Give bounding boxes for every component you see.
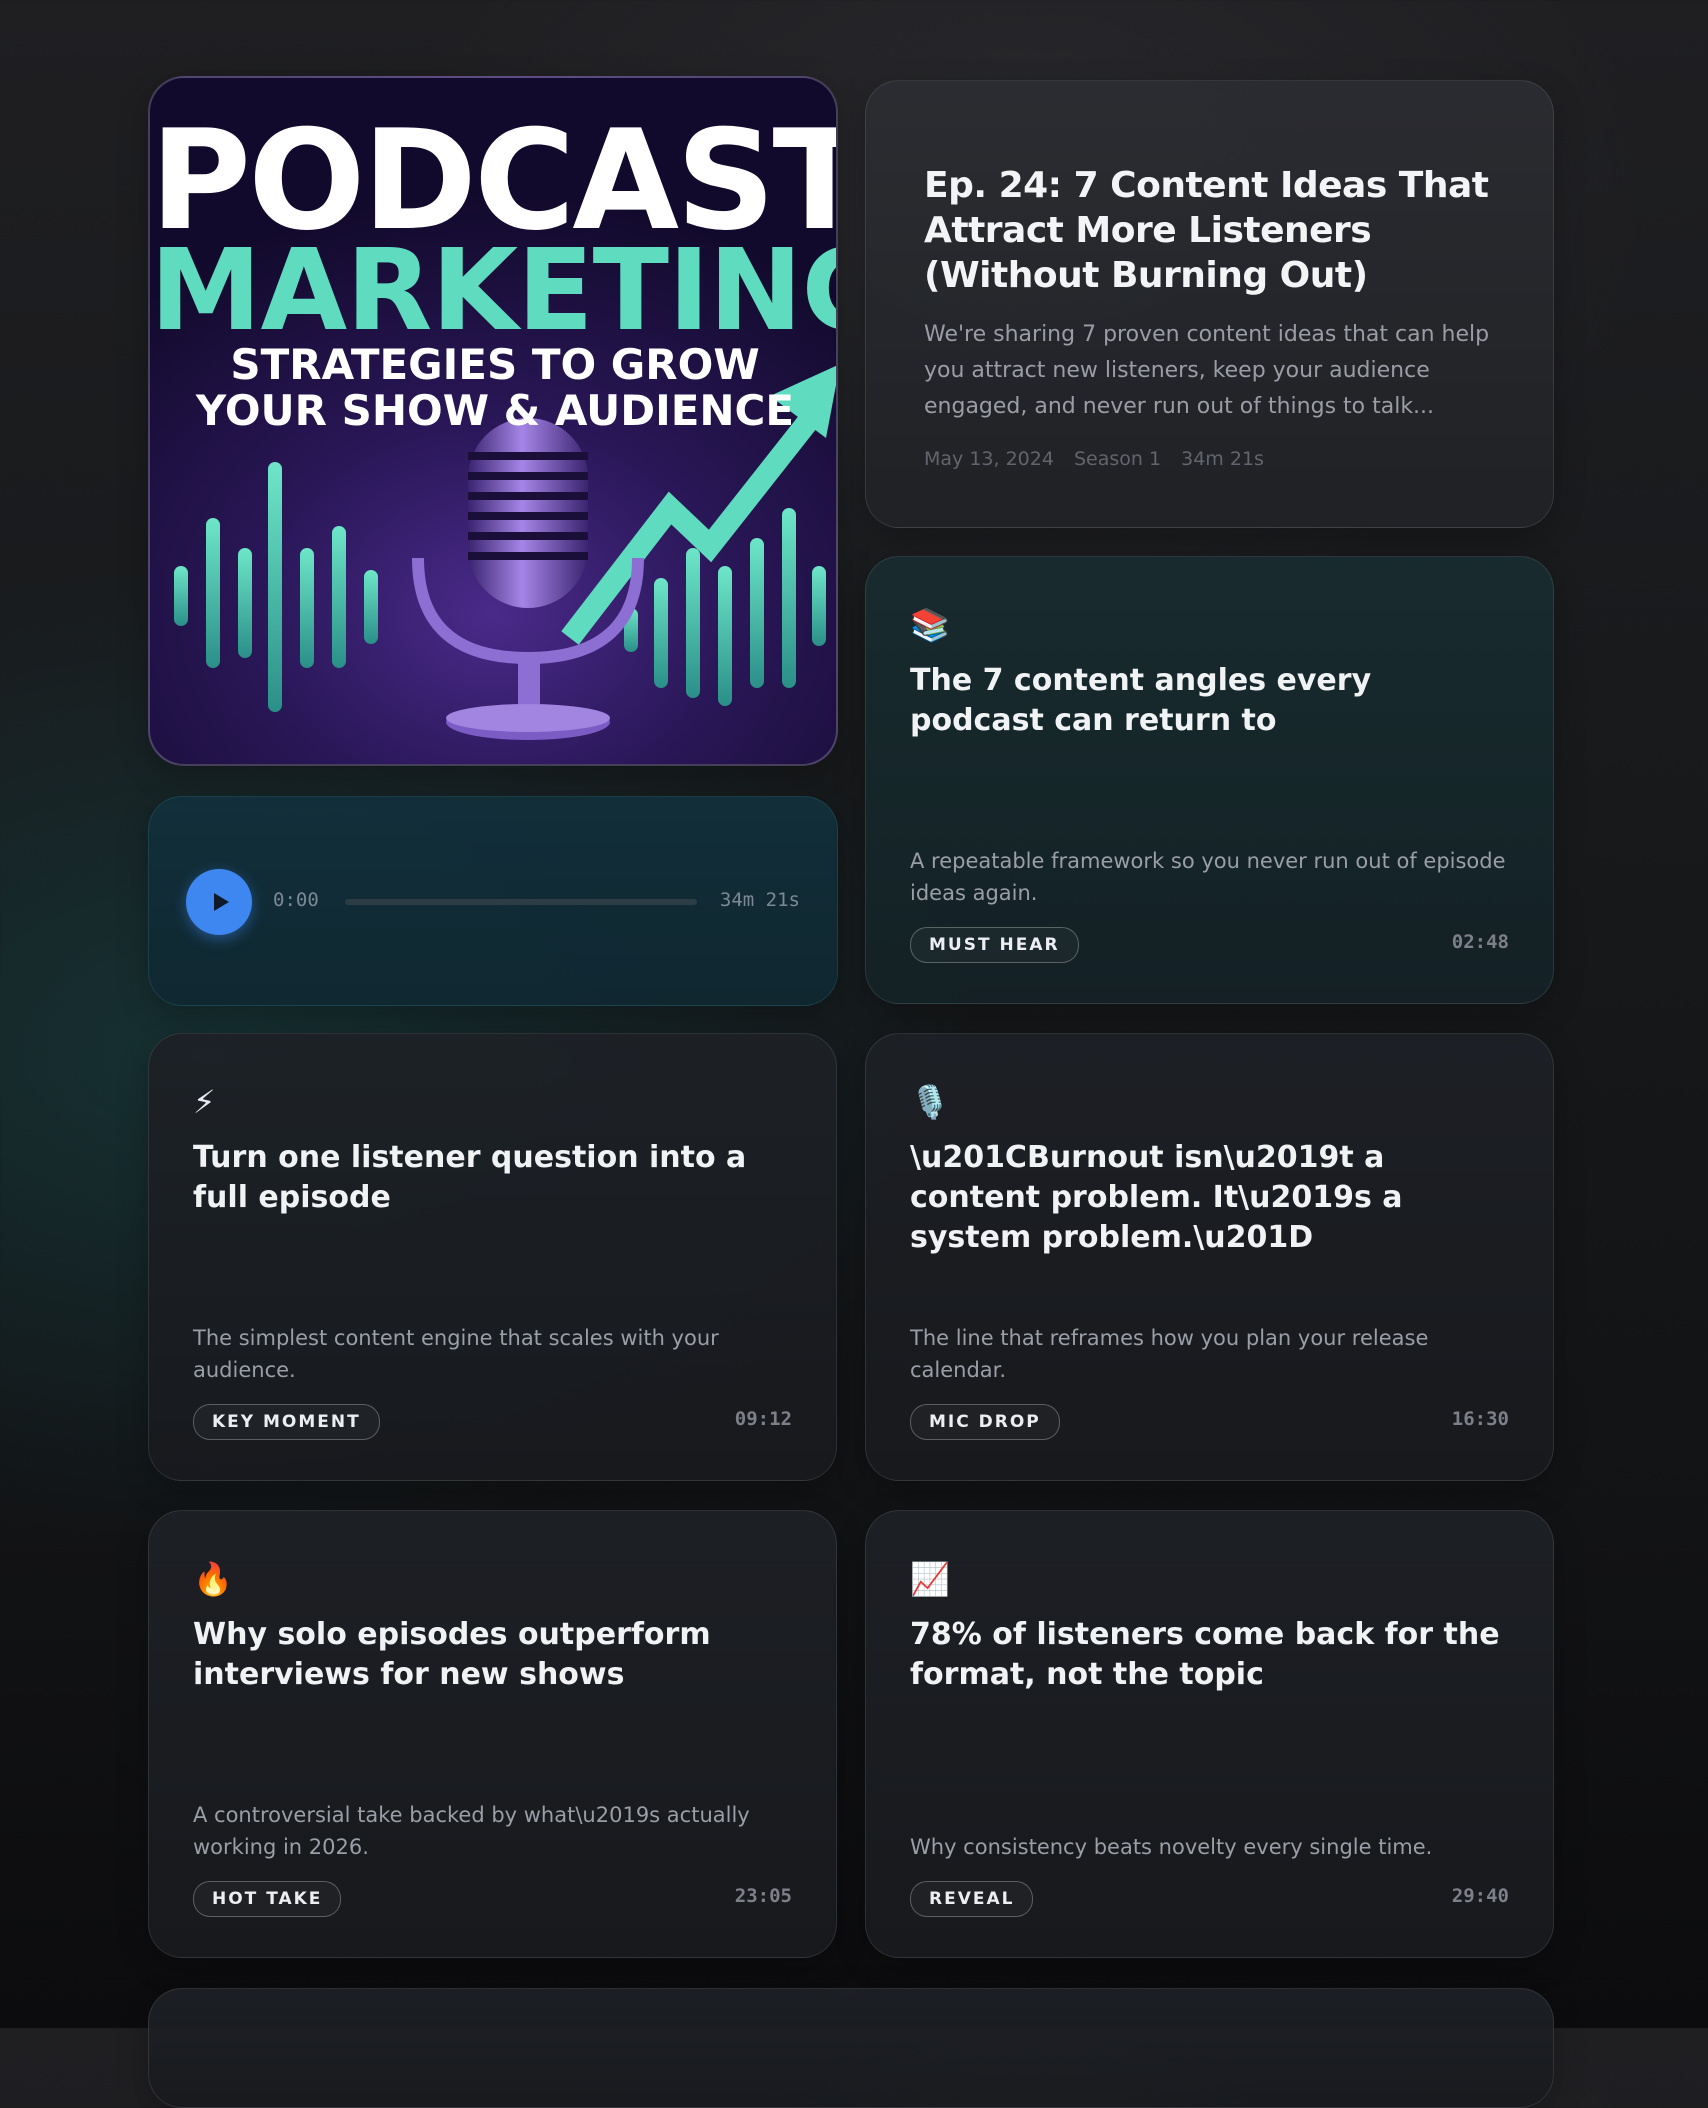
sound-wave-left <box>174 462 378 712</box>
highlight-badge: MIC DROP <box>910 1404 1060 1440</box>
progress-slider[interactable] <box>345 899 697 905</box>
highlight-timestamp[interactable]: 02:48 <box>1452 931 1509 953</box>
highlight-title: \u201CBurnout isn\u2019t a content probl… <box>910 1140 1403 1255</box>
audio-player: 0:00 34m 21s <box>148 796 838 1006</box>
highlight-card[interactable]: ⚡ Turn one listener question into a full… <box>148 1033 837 1481</box>
play-button[interactable] <box>186 869 252 935</box>
highlight-badge: HOT TAKE <box>193 1881 342 1917</box>
episode-description: We're sharing 7 proven content ideas tha… <box>924 322 1490 419</box>
episode-title: Ep. 24: 7 Content Ideas That Attract Mor… <box>924 165 1489 296</box>
highlight-timestamp[interactable]: 23:05 <box>735 1885 792 1907</box>
highlight-card[interactable]: 📚 The 7 content angles every podcast can… <box>865 556 1554 1004</box>
books-icon: 📚 <box>910 606 950 644</box>
artwork-title-line2: MARKETING <box>150 226 838 356</box>
next-card <box>148 1988 1554 2108</box>
podcast-artwork: PODCAST MARKETING STRATEGIES TO GROW YOU… <box>148 76 838 766</box>
highlight-title: Why solo episodes outperform interviews … <box>193 1617 711 1692</box>
highlight-badge: KEY MOMENT <box>193 1404 380 1440</box>
highlight-subtitle: A controversial take backed by what\u201… <box>193 1803 750 1859</box>
highlight-subtitle: A repeatable framework so you never run … <box>910 849 1506 905</box>
highlight-timestamp[interactable]: 09:12 <box>735 1408 792 1430</box>
fire-icon: 🔥 <box>193 1560 233 1598</box>
episode-info-card: Ep. 24: 7 Content Ideas That Attract Mor… <box>865 80 1554 528</box>
chart-increasing-icon: 📈 <box>910 1560 950 1598</box>
highlight-badge: REVEAL <box>910 1881 1034 1917</box>
episode-meta: May 13, 2024 Season 1 34m 21s <box>924 448 1278 470</box>
highlight-subtitle: The simplest content engine that scales … <box>193 1326 719 1382</box>
play-icon <box>213 893 229 911</box>
total-time: 34m 21s <box>719 889 800 911</box>
episode-duration: 34m 21s <box>1181 448 1264 470</box>
microphone-icon: 🎙️ <box>910 1083 950 1121</box>
highlight-timestamp[interactable]: 29:40 <box>1452 1885 1509 1907</box>
highlight-timestamp[interactable]: 16:30 <box>1452 1408 1509 1430</box>
highlight-card[interactable]: 🎙️ \u201CBurnout isn\u2019t a content pr… <box>865 1033 1554 1481</box>
current-time: 0:00 <box>273 889 319 911</box>
highlight-title: Turn one listener question into a full e… <box>193 1140 747 1215</box>
artwork-subtitle-line1: STRATEGIES TO GROW <box>230 340 760 389</box>
lightning-icon: ⚡ <box>193 1083 216 1121</box>
highlight-badge: MUST HEAR <box>910 927 1079 963</box>
highlight-title: 78% of listeners come back for the forma… <box>910 1617 1500 1692</box>
artwork-subtitle-line2: YOUR SHOW & AUDIENCE <box>195 386 795 435</box>
episode-date: May 13, 2024 <box>924 448 1054 470</box>
highlight-title: The 7 content angles every podcast can r… <box>910 663 1372 738</box>
highlight-card[interactable]: 🔥 Why solo episodes outperform interview… <box>148 1510 837 1958</box>
episode-season: Season 1 <box>1073 448 1162 470</box>
highlight-subtitle: Why consistency beats novelty every sing… <box>910 1835 1433 1859</box>
highlight-subtitle: The line that reframes how you plan your… <box>910 1326 1429 1382</box>
highlight-card[interactable]: 📈 78% of listeners come back for the for… <box>865 1510 1554 1958</box>
